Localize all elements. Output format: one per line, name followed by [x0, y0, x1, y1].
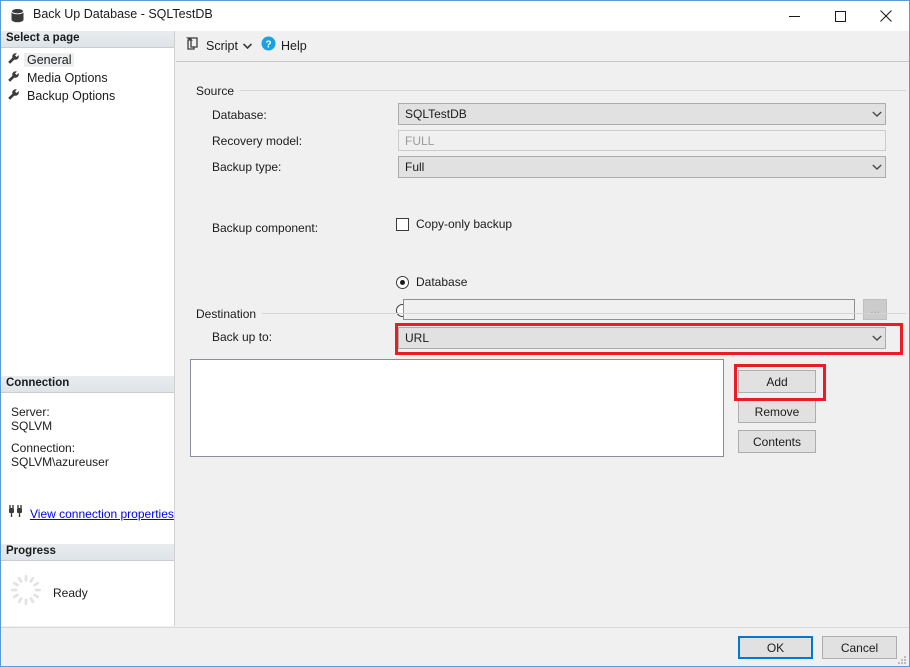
progress-spinner-icon — [9, 573, 43, 612]
sidebar-item-general[interactable]: General — [7, 51, 74, 68]
add-button[interactable]: Add — [738, 370, 816, 393]
ok-button[interactable]: OK — [738, 636, 813, 659]
script-icon — [186, 36, 201, 56]
view-connection-properties-link[interactable]: View connection properties — [30, 507, 174, 521]
connection-plug-icon — [9, 504, 25, 523]
progress-status: Ready — [53, 586, 88, 600]
script-button[interactable]: Script — [183, 35, 241, 57]
checkbox-box — [396, 218, 409, 231]
resize-grip[interactable] — [895, 652, 907, 664]
maximize-icon[interactable] — [817, 1, 863, 31]
recovery-model-label: Recovery model: — [212, 134, 302, 148]
database-combobox-value: SQLTestDB — [399, 107, 868, 121]
toolbar: Script ? Help — [176, 31, 909, 62]
footer-bar: OK Cancel — [1, 627, 909, 666]
help-button[interactable]: ? Help — [258, 35, 310, 57]
backup-type-combobox-value: Full — [399, 160, 868, 174]
database-combobox[interactable]: SQLTestDB — [398, 103, 886, 125]
backup-type-label: Backup type: — [212, 160, 281, 174]
destination-group-label: Destination — [196, 307, 262, 321]
sidebar-item-media-options[interactable]: Media Options — [7, 69, 111, 86]
backup-component-label: Backup component: — [212, 221, 318, 235]
remove-button[interactable]: Remove — [738, 400, 816, 423]
destination-group-rule — [196, 313, 906, 314]
help-label: Help — [281, 39, 307, 53]
destination-list[interactable] — [190, 359, 724, 457]
sidebar-item-label: Media Options — [24, 71, 111, 85]
main-content: Script ? Help Source Database: SQLTestDB — [176, 31, 909, 626]
component-database-radio[interactable]: Database — [396, 275, 467, 289]
backup-database-dialog: Back Up Database - SQLTestDB Select a pa… — [0, 0, 910, 667]
title-bar: Back Up Database - SQLTestDB — [1, 1, 909, 31]
chevron-down-icon — [868, 111, 885, 117]
view-connection-properties-row[interactable]: View connection properties — [9, 504, 174, 523]
sidebar-item-label: General — [24, 53, 74, 67]
component-database-label: Database — [416, 275, 467, 289]
progress-row: Ready — [9, 573, 88, 612]
close-icon[interactable] — [863, 1, 909, 31]
database-icon — [10, 8, 25, 24]
copy-only-backup-checkbox[interactable]: Copy-only backup — [396, 217, 512, 231]
connection-header: Connection — [1, 376, 174, 393]
contents-button[interactable]: Contents — [738, 430, 816, 453]
browse-button[interactable]: ... — [863, 299, 887, 320]
source-group-label: Source — [196, 84, 240, 98]
source-group-rule — [196, 90, 906, 91]
server-value: SQLVM — [11, 419, 52, 433]
radio-box — [396, 276, 409, 289]
copy-only-backup-label: Copy-only backup — [416, 217, 512, 231]
backup-to-combobox-value: URL — [399, 331, 868, 345]
files-filegroups-input[interactable] — [403, 299, 855, 320]
select-page-header: Select a page — [1, 31, 174, 48]
script-label: Script — [206, 39, 238, 53]
chevron-down-icon — [868, 164, 885, 170]
wrench-icon — [7, 88, 24, 104]
sidebar-item-backup-options[interactable]: Backup Options — [7, 87, 118, 104]
svg-text:?: ? — [265, 39, 271, 50]
backup-to-label: Back up to: — [212, 330, 272, 344]
cancel-button[interactable]: Cancel — [822, 636, 897, 659]
progress-header: Progress — [1, 544, 174, 561]
server-label: Server: — [11, 405, 50, 419]
window-title: Back Up Database - SQLTestDB — [33, 7, 213, 21]
help-circle-icon: ? — [261, 36, 276, 56]
backup-to-combobox[interactable]: URL — [398, 327, 886, 349]
sidebar: Select a page General Media Options — [1, 31, 175, 626]
minimize-icon[interactable] — [771, 1, 817, 31]
recovery-model-value: FULL — [405, 134, 434, 148]
recovery-model-field: FULL — [398, 130, 886, 151]
backup-type-combobox[interactable]: Full — [398, 156, 886, 178]
chevron-down-icon[interactable] — [239, 35, 256, 57]
connection-value: SQLVM\azureuser — [11, 455, 109, 469]
sidebar-item-label: Backup Options — [24, 89, 118, 103]
database-label: Database: — [212, 108, 267, 122]
wrench-icon — [7, 52, 24, 68]
connection-label: Connection: — [11, 441, 75, 455]
chevron-down-icon — [868, 335, 885, 341]
wrench-icon — [7, 70, 24, 86]
